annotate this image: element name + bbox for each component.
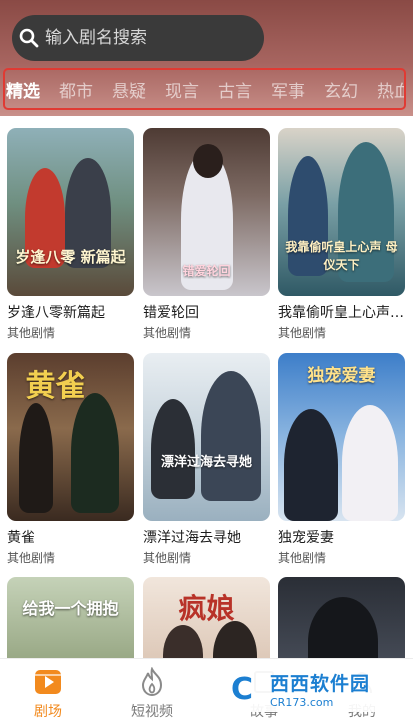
site-watermark: C 西西软件园 CR173.com	[214, 666, 394, 712]
drama-title: 我靠偷听皇上心声…	[278, 305, 404, 321]
drama-grid: 岁逢八零 新篇起 岁逢八零新篇起 其他剧情 错爱轮回 错爱轮回 其他剧情 我靠偷…	[0, 116, 413, 658]
watermark-name: 西西软件园	[270, 673, 371, 695]
nav-theater[interactable]: 剧场	[8, 667, 88, 721]
tab-ancient-romance[interactable]: 古言	[218, 77, 252, 102]
tab-passion[interactable]: 热血	[377, 77, 404, 102]
poster-caption: 黄雀	[25, 369, 86, 404]
nav-label: 短视频	[131, 704, 173, 720]
tab-suspense[interactable]: 悬疑	[112, 77, 146, 102]
drama-poster[interactable]: 错爱轮回	[143, 128, 270, 296]
drama-category: 其他剧情	[278, 326, 327, 340]
drama-card[interactable]: 漂洋过海去寻她 漂洋过海去寻她 其他剧情	[143, 353, 270, 566]
drama-category: 其他剧情	[7, 326, 56, 340]
search-icon[interactable]	[12, 15, 45, 61]
drama-card[interactable]: 错爱轮回 错爱轮回 其他剧情	[143, 128, 270, 341]
drama-card[interactable]: 疯娘	[143, 577, 270, 658]
drama-card[interactable]: 黄雀 黄雀 其他剧情	[7, 353, 134, 566]
drama-card[interactable]: 我靠偷听皇上心声 母仪天下 我靠偷听皇上心声… 其他剧情	[278, 128, 405, 341]
drama-poster[interactable]: 疯娘	[143, 577, 270, 658]
drama-poster[interactable]: 黄雀	[7, 353, 134, 521]
theater-icon	[8, 667, 88, 697]
poster-caption: 漂洋过海去寻她	[160, 455, 252, 470]
drama-category: 其他剧情	[278, 551, 327, 565]
drama-poster[interactable]: 独宠爱妻	[278, 353, 405, 521]
drama-title: 错爱轮回	[143, 305, 199, 321]
drama-category: 其他剧情	[143, 326, 192, 340]
tab-modern-romance[interactable]: 现言	[165, 77, 199, 102]
poster-caption: 疯娘	[178, 592, 235, 625]
drama-card[interactable]: 给我一个拥抱	[7, 577, 134, 658]
poster-caption: 错爱轮回	[182, 264, 231, 278]
drama-card[interactable]: 独宠爱妻 独宠爱妻 其他剧情	[278, 353, 405, 566]
poster-caption: 给我一个拥抱	[22, 599, 119, 618]
header: 精选 都市 悬疑 现言 古言 军事 玄幻 热血	[0, 0, 413, 116]
drama-poster[interactable]	[278, 577, 405, 658]
drama-poster[interactable]: 漂洋过海去寻她	[143, 353, 270, 521]
drama-title: 漂洋过海去寻她	[143, 530, 241, 546]
watermark-url: CR173.com	[270, 696, 334, 709]
drama-title: 独宠爱妻	[278, 530, 334, 546]
flame-icon	[112, 667, 192, 697]
tab-featured[interactable]: 精选	[6, 77, 40, 102]
search-input[interactable]	[45, 28, 264, 48]
tab-urban[interactable]: 都市	[59, 77, 93, 102]
drama-card[interactable]: 岁逢八零 新篇起 岁逢八零新篇起 其他剧情	[7, 128, 134, 341]
drama-category: 其他剧情	[7, 551, 56, 565]
category-tabs: 精选 都市 悬疑 现言 古言 军事 玄幻 热血	[3, 68, 406, 110]
drama-title: 黄雀	[7, 530, 35, 546]
poster-caption: 独宠爱妻	[307, 366, 376, 386]
drama-category: 其他剧情	[143, 551, 192, 565]
drama-title: 岁逢八零新篇起	[7, 305, 105, 321]
poster-caption: 我靠偷听皇上心声 母仪天下	[285, 240, 398, 272]
tab-military[interactable]: 军事	[271, 77, 305, 102]
poster-caption: 岁逢八零 新篇起	[15, 248, 126, 266]
nav-short-video[interactable]: 短视频	[112, 667, 192, 721]
tab-fantasy[interactable]: 玄幻	[324, 77, 358, 102]
drama-poster[interactable]: 岁逢八零 新篇起	[7, 128, 134, 296]
drama-card[interactable]	[278, 577, 405, 658]
search-bar[interactable]	[12, 15, 264, 61]
drama-poster[interactable]: 我靠偷听皇上心声 母仪天下	[278, 128, 405, 296]
watermark-logo: C	[230, 671, 254, 707]
drama-poster[interactable]: 给我一个拥抱	[7, 577, 134, 658]
nav-label: 剧场	[34, 704, 62, 720]
